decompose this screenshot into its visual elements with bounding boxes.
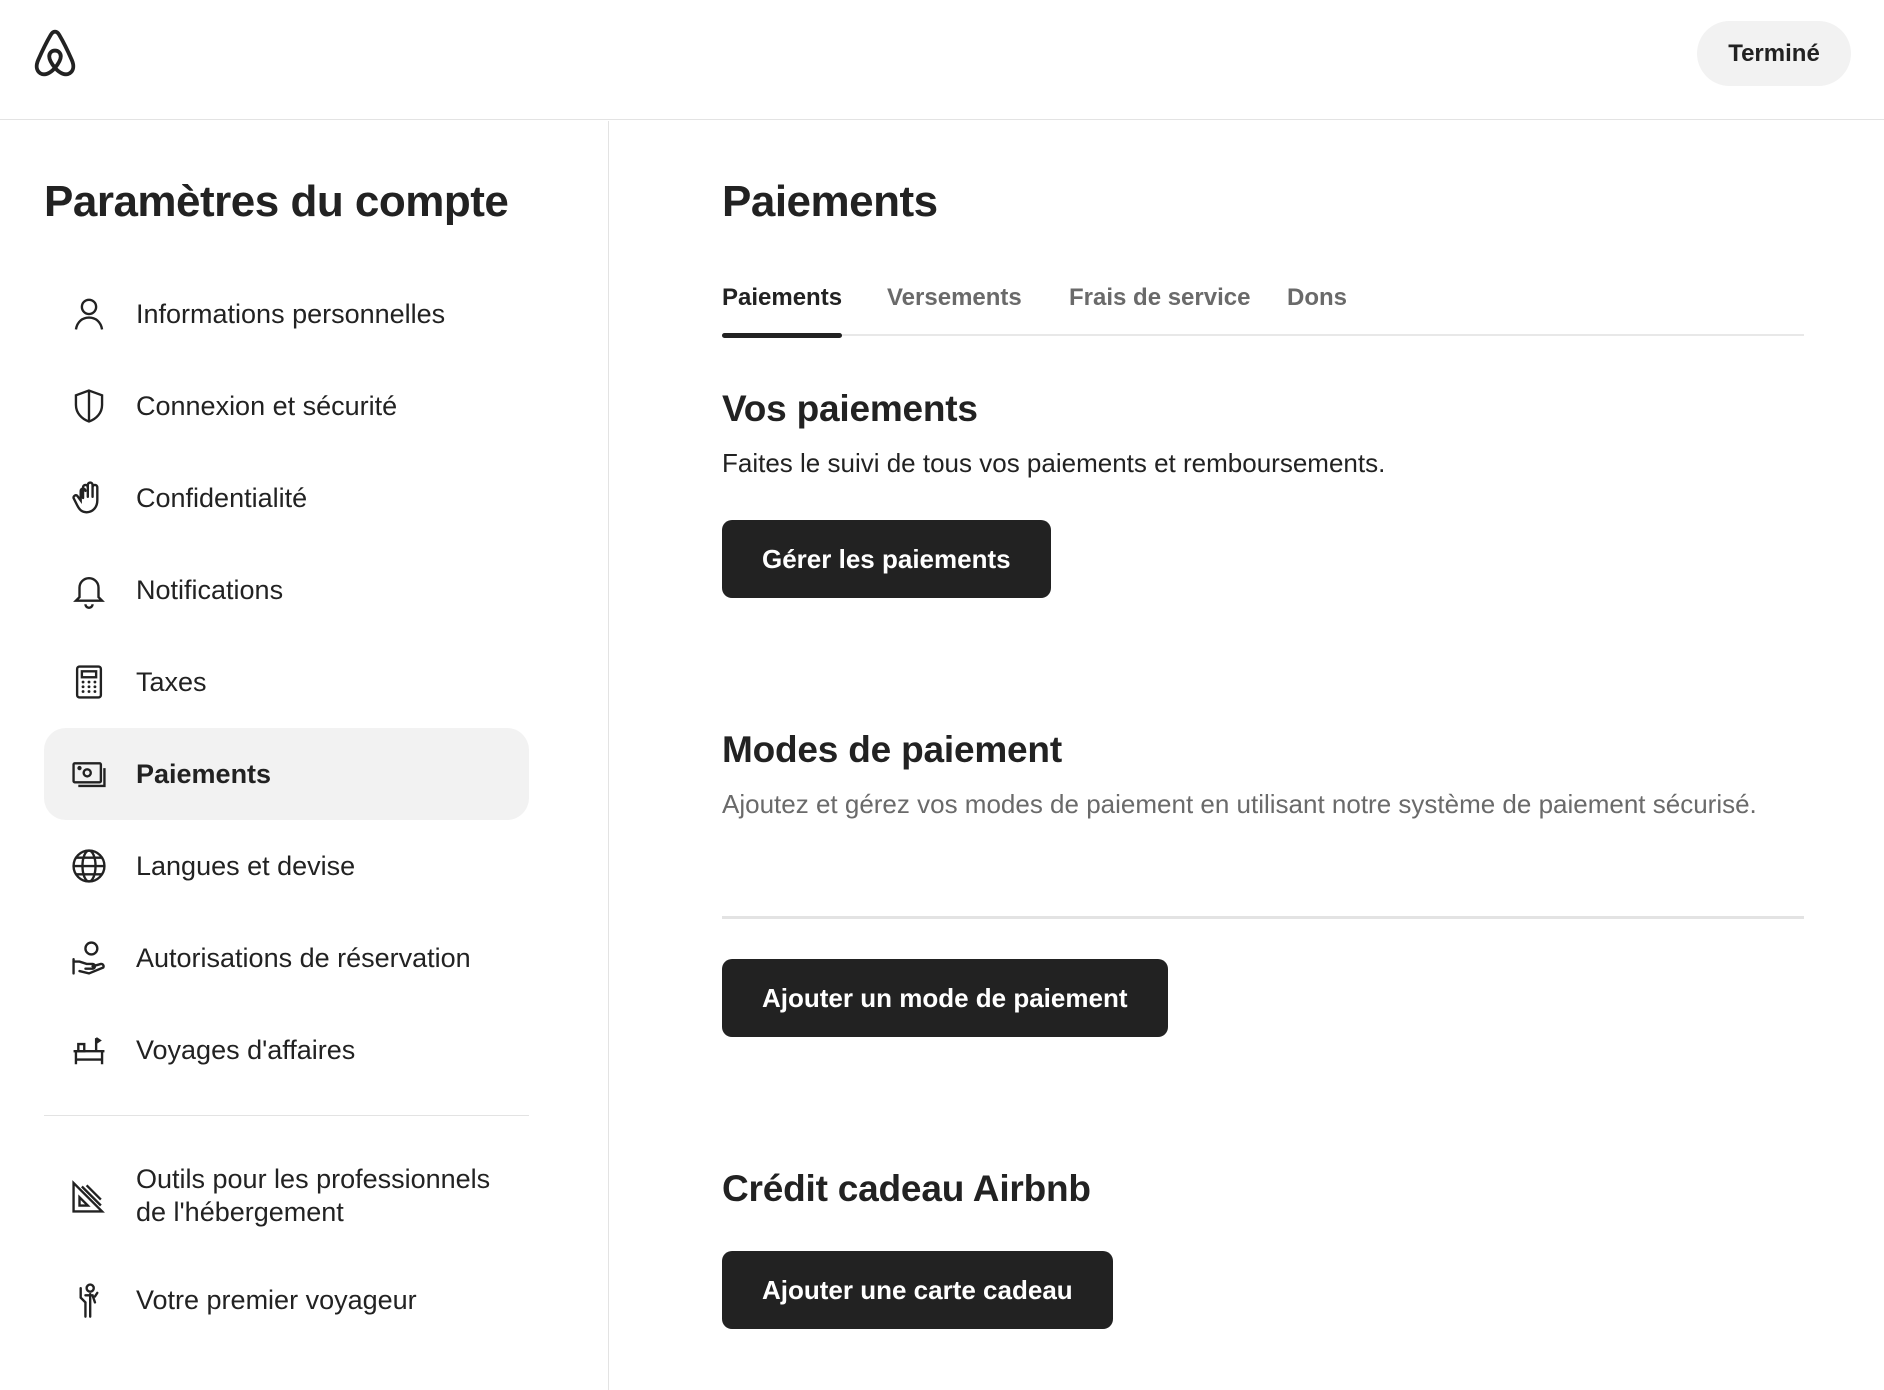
done-button[interactable]: Terminé bbox=[1697, 21, 1851, 86]
tab-donations[interactable]: Dons bbox=[1287, 284, 1347, 336]
shield-icon bbox=[69, 386, 109, 426]
sidebar-item-label: Langues et devise bbox=[136, 850, 356, 881]
hand-coins-icon bbox=[69, 938, 109, 978]
tab-payments[interactable]: Paiements bbox=[722, 284, 843, 338]
add-payment-method-button[interactable]: Ajouter un mode de paiement bbox=[722, 959, 1168, 1037]
page-title: Paiements bbox=[722, 177, 938, 226]
sidebar-item-taxes[interactable]: Taxes bbox=[44, 636, 529, 728]
sidebar-item-business-travel[interactable]: Voyages d'affaires bbox=[44, 1004, 529, 1096]
sidebar-item-personal-info[interactable]: Informations personnelles bbox=[44, 268, 529, 360]
drafting-tools-icon bbox=[69, 1176, 109, 1216]
sidebar-item-label: Informations personnelles bbox=[136, 298, 446, 329]
payment-methods-title: Modes de paiement bbox=[722, 729, 1062, 770]
globe-icon bbox=[69, 846, 109, 886]
manage-payments-button[interactable]: Gérer les paiements bbox=[722, 520, 1051, 598]
sidebar-item-notifications[interactable]: Notifications bbox=[44, 544, 529, 636]
sidebar-item-label: Paiements bbox=[136, 758, 272, 789]
sidebar-item-login-security[interactable]: Connexion et sécurité bbox=[44, 360, 529, 452]
person-waving-icon bbox=[69, 1280, 109, 1320]
sidebar-item-booking-permissions[interactable]: Autorisations de réservation bbox=[44, 912, 529, 1004]
sidebar-item-label: Votre premier voyageur bbox=[136, 1284, 417, 1315]
sidebar-item-label: Taxes bbox=[136, 666, 207, 697]
airbnb-logo-icon[interactable] bbox=[27, 25, 83, 81]
sidebar-divider bbox=[44, 1115, 529, 1116]
sidebar-item-privacy[interactable]: Confidentialité bbox=[44, 452, 529, 544]
sidebar-item-label: Notifications bbox=[136, 574, 284, 605]
sidebar-title: Paramètres du compte bbox=[44, 177, 509, 226]
sidebar-item-first-guest[interactable]: Votre premier voyageur bbox=[44, 1254, 529, 1346]
sidebar-item-label: Connexion et sécurité bbox=[136, 390, 398, 421]
hand-icon bbox=[69, 478, 109, 518]
desk-icon bbox=[69, 1030, 109, 1070]
sidebar-item-languages-currency[interactable]: Langues et devise bbox=[44, 820, 529, 912]
sidebar-item-label: Confidentialité bbox=[136, 482, 308, 513]
sidebar-item-host-tools[interactable]: Outils pour les professionnels de l'hébe… bbox=[44, 1146, 529, 1246]
bell-icon bbox=[69, 570, 109, 610]
sidebar-item-label: Autorisations de réservation bbox=[136, 942, 471, 973]
tab-service-fees[interactable]: Frais de service bbox=[1069, 284, 1250, 336]
your-payments-description: Faites le suivi de tous vos paiements et… bbox=[722, 448, 1386, 478]
tab-payouts[interactable]: Versements bbox=[887, 284, 1022, 336]
sidebar-item-payments[interactable]: Paiements bbox=[44, 728, 529, 820]
sidebar-item-label: Voyages d'affaires bbox=[136, 1034, 356, 1065]
your-payments-title: Vos paiements bbox=[722, 388, 978, 429]
payments-tabs: Paiements Versements Frais de service Do… bbox=[722, 284, 1804, 338]
add-gift-card-button[interactable]: Ajouter une carte cadeau bbox=[722, 1251, 1113, 1329]
gift-credit-title: Crédit cadeau Airbnb bbox=[722, 1168, 1091, 1209]
sidebar-item-label: Outils pour les professionnels de l'hébe… bbox=[136, 1164, 491, 1227]
person-icon bbox=[69, 294, 109, 334]
section-divider bbox=[722, 916, 1804, 919]
payment-methods-description: Ajoutez et gérez vos modes de paiement e… bbox=[722, 789, 1757, 819]
calculator-icon bbox=[69, 662, 109, 702]
banknote-icon bbox=[69, 754, 109, 794]
top-bar: Terminé bbox=[0, 0, 1884, 120]
